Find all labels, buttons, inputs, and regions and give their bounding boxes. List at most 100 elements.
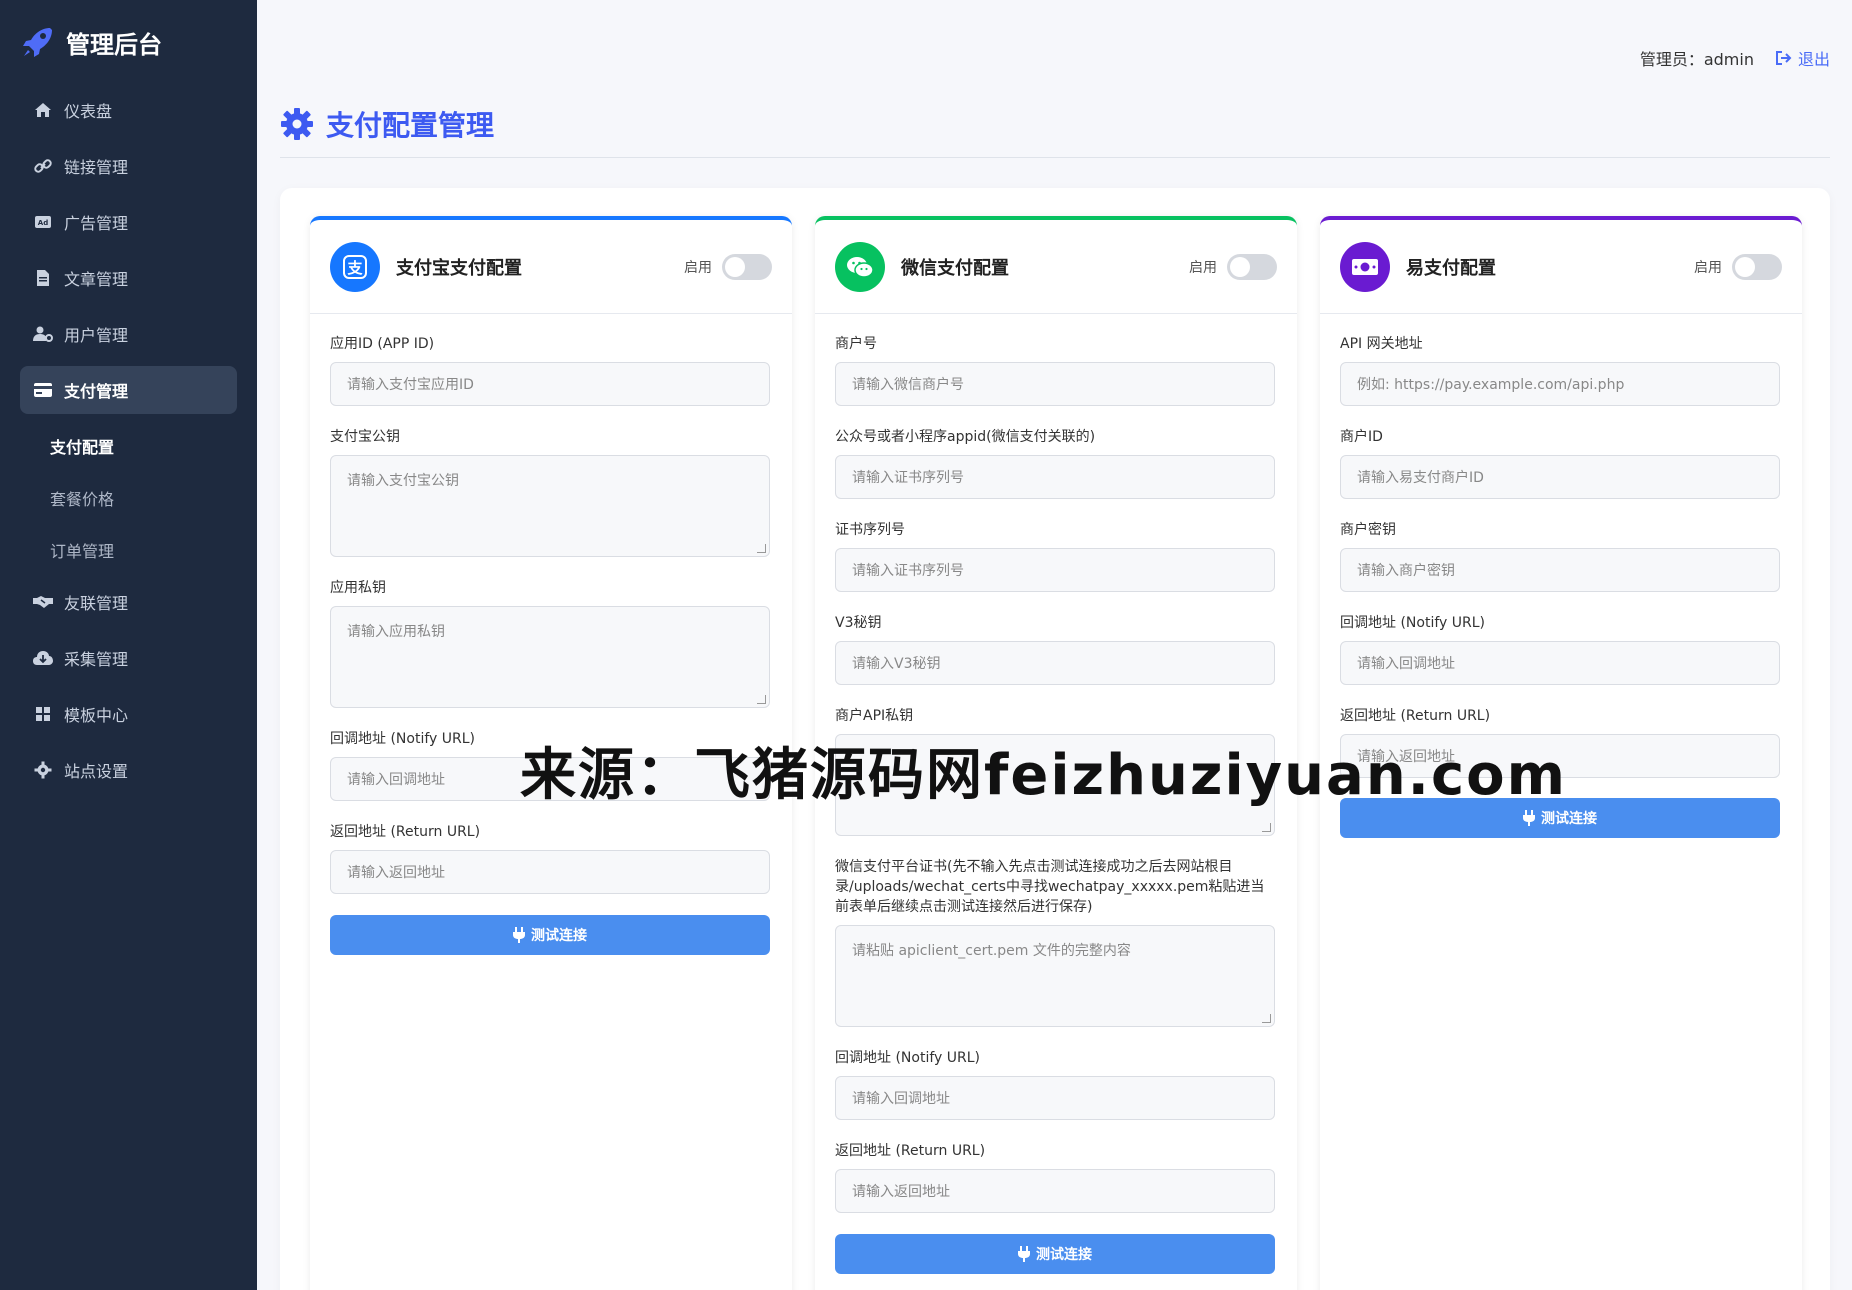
svg-text:Ad: Ad [38,219,48,227]
sidebar-item-dashboard[interactable]: 仪表盘 [20,86,237,134]
sidebar-item-ads[interactable]: Ad 广告管理 [20,198,237,246]
sidebar-subitem-label: 套餐价格 [50,490,115,509]
sidebar-item-users[interactable]: 用户管理 [20,310,237,358]
field-return-url: 返回地址 (Return URL) 请输入返回地址 [330,822,772,894]
field-merchant-id: 商户ID 请输入易支付商户ID [1340,427,1782,499]
sidebar-item-site-settings[interactable]: 站点设置 [20,746,237,794]
api-gateway-input[interactable]: 例如: https://pay.example.com/api.php [1340,362,1780,406]
field-label: 商户API私钥 [835,708,914,724]
return-url-input[interactable]: 请输入返回地址 [835,1169,1275,1213]
sidebar-item-label: 支付管理 [64,382,129,401]
sidebar-item-label: 文章管理 [64,270,129,289]
home-icon [32,99,54,121]
field-label: 证书序列号 [835,522,905,538]
sidebar-item-label: 广告管理 [64,214,129,233]
card-title: 易支付配置 [1406,257,1496,279]
card-title: 支付宝支付配置 [396,257,522,279]
sidebar-item-articles[interactable]: 文章管理 [20,254,237,302]
sidebar-subitem-plan-price[interactable]: 套餐价格 [20,474,237,522]
field-label: 应用私钥 [330,580,386,596]
v3-key-input[interactable]: 请输入V3秘钥 [835,641,1275,685]
alipay-public-key-textarea[interactable]: 请输入支付宝公钥 [330,455,770,557]
field-label: 公众号或者小程序appid(微信支付关联的) [835,429,1096,445]
header-divider [280,157,1830,158]
platform-cert-textarea[interactable]: 请粘贴 apiclient_cert.pem 文件的完整内容 [835,925,1275,1027]
notify-url-input[interactable]: 请输入回调地址 [835,1076,1275,1120]
sidebar-item-label: 采集管理 [64,650,129,669]
button-label: 测试连接 [1541,811,1597,827]
app-id-input[interactable]: 请输入支付宝应用ID [330,362,770,406]
field-label: 返回地址 (Return URL) [1340,708,1491,724]
sidebar-item-label: 仪表盘 [64,102,113,121]
sidebar-item-label: 站点设置 [64,762,129,781]
sidebar-item-links[interactable]: 链接管理 [20,142,237,190]
file-icon [32,267,54,289]
plug-icon [1018,1246,1030,1262]
sidebar-subitem-payment-config[interactable]: 支付配置 [20,422,237,470]
logout-link[interactable]: 退出 [1775,46,1830,70]
sidebar-item-label: 友联管理 [64,594,129,613]
field-merchant-id: 商户号 请输入微信商户号 [835,334,1277,406]
sidebar-item-label: 模板中心 [64,706,129,725]
field-label: 回调地址 (Notify URL) [1340,615,1485,631]
sidebar-item-friend-links[interactable]: 友联管理 [20,578,237,626]
field-label: 微信支付平台证书(先不输入先点击测试连接成功之后去网站根目录/uploads/w… [835,859,1265,915]
logout-label: 退出 [1797,50,1830,69]
appid-input[interactable]: 请输入证书序列号 [835,455,1275,499]
sidebar-item-payment[interactable]: 支付管理 [20,366,237,414]
app-private-key-textarea[interactable]: 请输入应用私钥 [330,606,770,708]
field-cert-serial: 证书序列号 请输入证书序列号 [835,520,1277,592]
field-notify-url: 回调地址 (Notify URL) 请输入回调地址 [835,1048,1277,1120]
notify-url-input[interactable]: 请输入回调地址 [1340,641,1780,685]
plug-icon [1523,810,1535,826]
toggle-label: 启用 [684,259,712,276]
merchant-id-input[interactable]: 请输入微信商户号 [835,362,1275,406]
enable-toggle[interactable] [722,253,772,280]
enable-toggle[interactable] [1732,253,1782,280]
enable-toggle[interactable] [1227,253,1277,280]
field-label: 商户密钥 [1340,522,1396,538]
sidebar-subitem-orders[interactable]: 订单管理 [20,526,237,574]
cert-serial-input[interactable]: 请输入证书序列号 [835,548,1275,592]
topbar: 管理员：admin 退出 [1640,46,1830,70]
grid-icon [32,703,54,725]
card-body: 应用ID (APP ID) 请输入支付宝应用ID 支付宝公钥 请输入支付宝公钥 … [310,314,792,955]
field-label: 返回地址 (Return URL) [330,824,481,840]
admin-label: 管理员：admin [1639,50,1754,69]
field-label: 支付宝公钥 [330,429,400,445]
field-appid: 公众号或者小程序appid(微信支付关联的) 请输入证书序列号 [835,427,1277,499]
merchant-id-input[interactable]: 请输入易支付商户ID [1340,455,1780,499]
button-label: 测试连接 [1036,1247,1092,1263]
gear-icon [32,759,54,781]
svg-text:支: 支 [346,259,363,277]
sidebar-item-collect[interactable]: 采集管理 [20,634,237,682]
sidebar: 管理后台 仪表盘 链接管理 Ad 广告管理 文章管理 用户管理 支付管理 支付配… [0,0,257,1290]
sidebar-item-templates[interactable]: 模板中心 [20,690,237,738]
test-connection-button[interactable]: 测试连接 [835,1234,1275,1274]
field-return-url: 返回地址 (Return URL) 请输入返回地址 [835,1141,1277,1213]
toggle-label: 启用 [1694,259,1722,276]
cloud-download-icon [32,647,54,669]
user-gear-icon [32,323,54,345]
card-header: 易支付配置 启用 [1320,220,1802,314]
return-url-input[interactable]: 请输入返回地址 [330,850,770,894]
handshake-icon [32,591,54,613]
merchant-key-input[interactable]: 请输入商户密钥 [1340,548,1780,592]
field-app-private-key: 应用私钥 请输入应用私钥 [330,578,772,708]
card-header: 支 支付宝支付配置 启用 [310,220,792,314]
rocket-icon [23,28,52,57]
field-v3-key: V3秘钥 请输入V3秘钥 [835,613,1277,685]
brand[interactable]: 管理后台 [20,22,162,62]
sidebar-subitem-label: 支付配置 [50,438,115,457]
field-notify-url: 回调地址 (Notify URL) 请输入回调地址 [1340,613,1782,685]
field-merchant-key: 商户密钥 请输入商户密钥 [1340,520,1782,592]
field-alipay-public-key: 支付宝公钥 请输入支付宝公钥 [330,427,772,557]
logout-icon [1775,51,1792,65]
field-label: 回调地址 (Notify URL) [835,1050,980,1066]
field-app-id: 应用ID (APP ID) 请输入支付宝应用ID [330,334,772,406]
settings-gear-icon [281,108,313,140]
watermark-text: 来源：飞猪源码网feizhuziyuan.com [520,743,1567,808]
test-connection-button[interactable]: 测试连接 [330,915,770,955]
alipay-icon: 支 [330,241,380,292]
field-label: 返回地址 (Return URL) [835,1143,986,1159]
